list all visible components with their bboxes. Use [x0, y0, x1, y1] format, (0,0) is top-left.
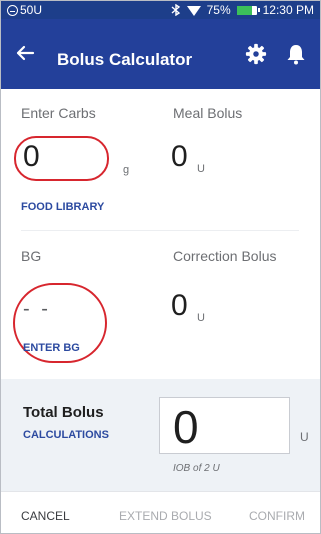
meal-bolus-value: 0 [171, 140, 188, 173]
bell-icon[interactable] [286, 43, 306, 65]
battery-percent: 75% [206, 3, 231, 17]
extend-bolus-button[interactable]: EXTEND BOLUS [119, 509, 212, 523]
correction-bolus-value: 0 [171, 289, 188, 322]
clock-time: 12:30 PM [262, 3, 314, 17]
cancel-button[interactable]: CANCEL [21, 509, 70, 523]
status-bar: 50U 75% 12:30 PM [1, 1, 320, 19]
correction-bolus-label: Correction Bolus [173, 248, 277, 264]
total-bolus-unit: U [300, 430, 309, 444]
bg-value[interactable]: - - [23, 298, 51, 321]
arrow-left-icon[interactable] [15, 43, 35, 63]
enter-bg-link[interactable]: ENTER BG [23, 342, 80, 354]
total-bolus-label: Total Bolus [23, 404, 104, 421]
action-bar: CANCEL EXTEND BOLUS CONFIRM [1, 491, 320, 533]
total-bolus-value[interactable]: 0 [173, 400, 199, 454]
gear-icon[interactable] [245, 43, 267, 65]
calculations-link[interactable]: CALCULATIONS [23, 429, 109, 441]
battery-fill [236, 5, 252, 15]
carbs-unit: g [123, 164, 130, 176]
meal-bolus-unit: U [197, 163, 205, 175]
page-title: Bolus Calculator [57, 50, 193, 69]
bg-label: BG [21, 248, 42, 264]
battery-icon [236, 5, 260, 15]
wifi-icon [186, 5, 201, 16]
app-bar: Bolus Calculator [1, 19, 320, 89]
carbs-value[interactable]: 0 [23, 140, 40, 174]
food-library-link[interactable]: FOOD LIBRARY [21, 201, 104, 213]
pump-icon [7, 4, 18, 16]
enter-carbs-label: Enter Carbs [21, 105, 96, 121]
confirm-button[interactable]: CONFIRM [249, 509, 305, 523]
correction-bolus-unit: U [197, 312, 205, 324]
meal-bolus-label: Meal Bolus [173, 105, 243, 121]
pump-reading: 50U [20, 3, 43, 17]
section-divider [21, 230, 299, 231]
phone-screen: 50U 75% 12:30 PM Bolus Calculator Enter … [0, 0, 321, 534]
bluetooth-icon [171, 4, 180, 16]
iob-text: IOB of 2 U [173, 463, 220, 474]
